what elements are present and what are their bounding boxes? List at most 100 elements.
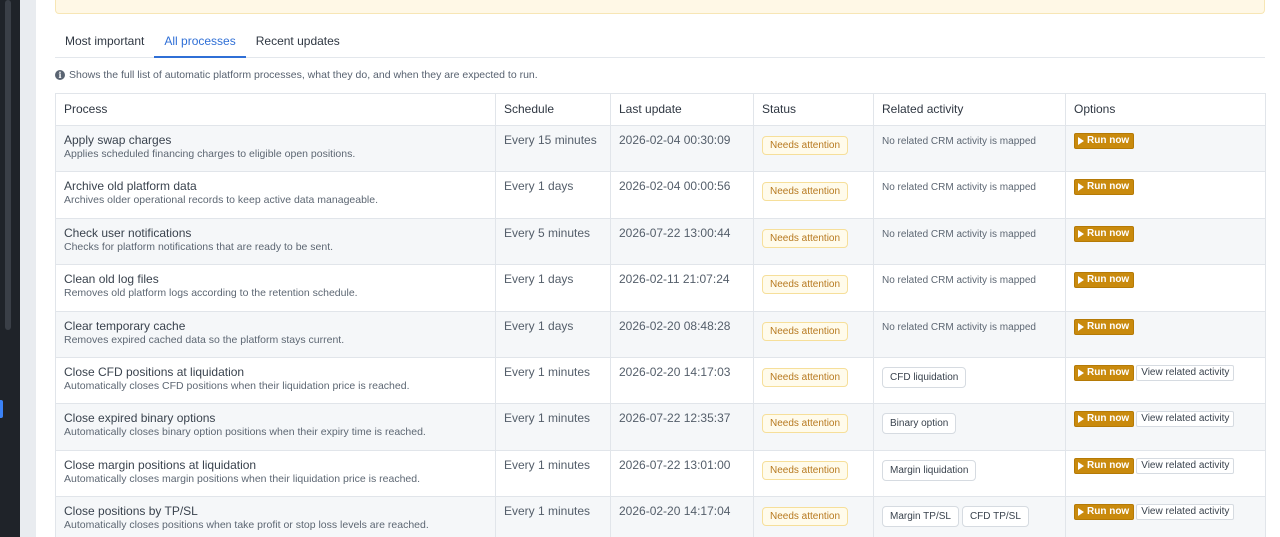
process-name: Clear temporary cache (64, 318, 186, 333)
schedule-value: Every 1 days (504, 272, 574, 287)
view-related-activity-button[interactable]: View related activity (1136, 411, 1235, 428)
play-icon (1078, 322, 1084, 331)
tab-most-important[interactable]: Most important (55, 27, 154, 58)
related-activity-tag[interactable]: CFD TP/SL (961, 506, 1029, 528)
process-tabs: Most important All processes Recent upda… (55, 27, 1265, 58)
view-related-activity-button[interactable]: View related activity (1136, 504, 1235, 521)
status-cell: Needs attention (753, 310, 874, 358)
process-name: Close margin positions at liquidation (64, 457, 257, 472)
no-activity-text: No related CRM activity is mapped (882, 275, 1036, 287)
header-last-update[interactable]: Last update (610, 93, 754, 126)
run-now-label: Run now (1087, 366, 1130, 378)
schedule-value: Every 1 minutes (504, 364, 591, 379)
status-cell: Needs attention (753, 171, 874, 219)
schedule-cell: Every 1 days (495, 171, 611, 219)
run-now-button[interactable]: Run now (1074, 364, 1135, 381)
options-cell: Run now View related activity (1065, 356, 1266, 405)
no-activity-text: No related CRM activity is mapped (882, 228, 1036, 240)
process-name: Archive old platform data (64, 179, 197, 194)
process-description: Automatically closes binary option posit… (64, 426, 426, 439)
sidebar-active-indicator (0, 400, 3, 418)
schedule-cell: Every 5 minutes (495, 217, 611, 266)
related-activity-cell: No related CRM activity is mapped (873, 171, 1066, 219)
table-row: Clear temporary cache Removes expired ca… (55, 310, 1266, 358)
schedule-cell: Every 1 minutes (495, 403, 611, 451)
last-update-cell: 2026-02-20 14:17:04 (610, 496, 754, 537)
run-now-label: Run now (1087, 181, 1130, 193)
last-update-value: 2026-02-11 21:07:24 (619, 272, 730, 287)
run-now-button[interactable]: Run now (1074, 318, 1135, 335)
run-now-button[interactable]: Run now (1074, 457, 1135, 474)
warning-banner (55, 0, 1265, 14)
status-cell: Needs attention (753, 403, 874, 451)
no-activity-text: No related CRM activity is mapped (882, 136, 1036, 147)
options-cell: Run now View related activity (1065, 496, 1266, 537)
tab-recent-updates[interactable]: Recent updates (246, 27, 350, 58)
process-cell: Close expired binary options Automatical… (55, 403, 496, 451)
related-activity-cell: CFD liquidation (873, 356, 1066, 405)
last-update-cell: 2026-07-22 13:01:00 (610, 449, 754, 498)
status-badge: Needs attention (762, 182, 849, 202)
related-activity-tag[interactable]: CFD liquidation (882, 366, 967, 388)
play-icon (1078, 415, 1084, 424)
sidebar-scrollbar[interactable] (5, 0, 11, 330)
related-activity-cell: Margin TP/SL CFD TP/SL (873, 496, 1066, 537)
table-row: Close expired binary options Automatical… (55, 403, 1266, 451)
run-now-button[interactable]: Run now (1074, 225, 1135, 242)
info-text: Shows the full list of automatic platfor… (69, 69, 538, 81)
last-update-value: 2026-02-04 00:00:56 (619, 179, 731, 194)
status-badge: Needs attention (762, 321, 849, 341)
process-cell: Close positions by TP/SL Automatically c… (55, 496, 496, 537)
status-cell: Needs attention (753, 217, 874, 266)
play-icon (1078, 508, 1084, 517)
run-now-label: Run now (1087, 135, 1130, 146)
run-now-button[interactable]: Run now (1074, 179, 1135, 196)
options-cell: Run now (1065, 310, 1266, 358)
related-activity-cell: No related CRM activity is mapped (873, 217, 1066, 266)
schedule-value: Every 15 minutes (504, 133, 597, 147)
process-cell: Clear temporary cache Removes expired ca… (55, 310, 496, 358)
run-now-label: Run now (1087, 320, 1130, 332)
table-row: Clean old log files Removes old platform… (55, 264, 1266, 312)
process-cell: Close CFD positions at liquidation Autom… (55, 356, 496, 405)
view-related-activity-button[interactable]: View related activity (1136, 457, 1235, 474)
status-badge: Needs attention (762, 136, 849, 155)
status-badge: Needs attention (762, 228, 849, 248)
run-now-button[interactable]: Run now (1074, 411, 1135, 428)
options-cell: Run now (1065, 171, 1266, 219)
status-cell: Needs attention (753, 124, 874, 173)
run-now-button[interactable]: Run now (1074, 133, 1135, 149)
run-now-button[interactable]: Run now (1074, 272, 1135, 289)
last-update-cell: 2026-07-22 13:00:44 (610, 217, 754, 266)
related-activity-tag[interactable]: Margin TP/SL (882, 506, 959, 528)
schedule-value: Every 1 days (504, 318, 574, 333)
related-activity-cell: Binary option (873, 403, 1066, 451)
related-activity-tag[interactable]: Margin liquidation (882, 459, 977, 481)
info-note: i Shows the full list of automatic platf… (55, 69, 538, 81)
status-cell: Needs attention (753, 264, 874, 312)
header-related-activity[interactable]: Related activity (873, 93, 1066, 126)
schedule-cell: Every 1 minutes (495, 449, 611, 498)
no-activity-text: No related CRM activity is mapped (882, 321, 1036, 333)
run-now-label: Run now (1087, 274, 1130, 286)
header-process[interactable]: Process (55, 93, 496, 126)
status-badge: Needs attention (762, 414, 849, 434)
tab-all-processes[interactable]: All processes (154, 27, 246, 58)
table-body: Apply swap charges Applies scheduled fin… (55, 124, 1266, 537)
schedule-value: Every 1 minutes (504, 411, 591, 426)
process-table: Process Schedule Last update Status Rela… (55, 93, 1266, 537)
no-activity-text: No related CRM activity is mapped (882, 182, 1036, 194)
table-row: Close margin positions at liquidation Au… (55, 449, 1266, 498)
header-status[interactable]: Status (753, 93, 874, 126)
last-update-value: 2026-02-20 14:17:04 (619, 504, 731, 519)
run-now-button[interactable]: Run now (1074, 504, 1135, 521)
header-options: Options (1065, 93, 1266, 126)
related-activity-tag[interactable]: Binary option (882, 413, 957, 435)
header-schedule[interactable]: Schedule (495, 93, 611, 126)
last-update-value: 2026-07-22 13:00:44 (619, 225, 731, 240)
schedule-cell: Every 1 minutes (495, 496, 611, 537)
last-update-value: 2026-07-22 12:35:37 (619, 411, 731, 426)
process-name: Close CFD positions at liquidation (64, 364, 245, 379)
view-related-activity-button[interactable]: View related activity (1136, 364, 1235, 381)
related-activity-cell: No related CRM activity is mapped (873, 124, 1066, 173)
